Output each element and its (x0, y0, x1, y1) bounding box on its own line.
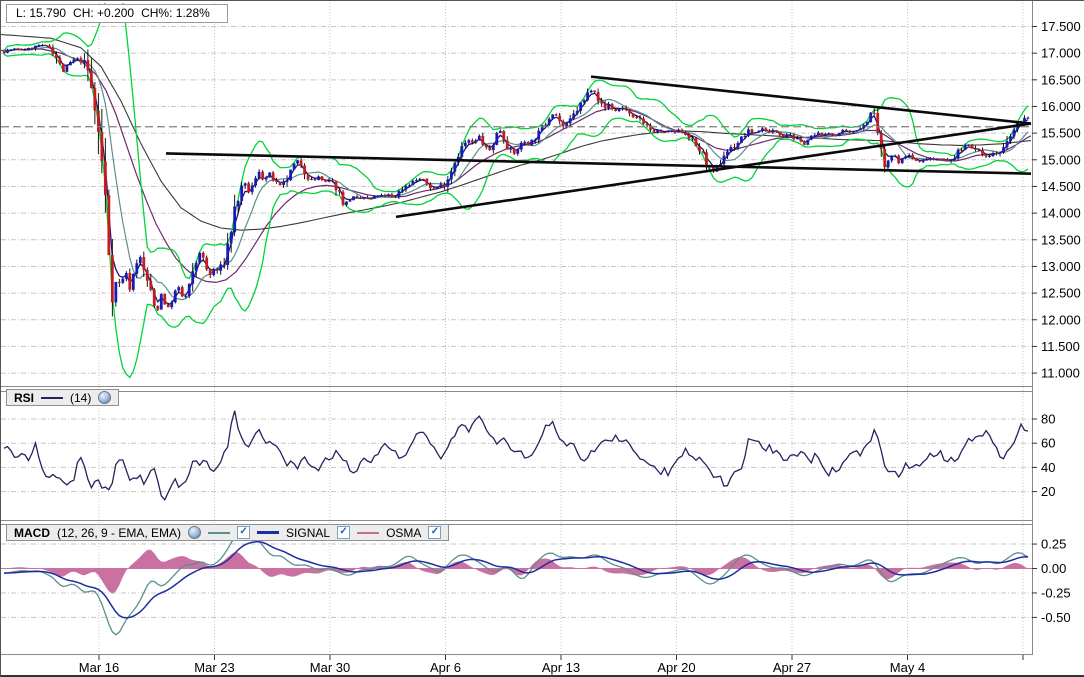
svg-text:17.500: 17.500 (1041, 19, 1081, 34)
candles (3, 44, 1030, 317)
rsi-params: (14) (70, 391, 91, 405)
svg-text:12.000: 12.000 (1041, 312, 1081, 327)
price-panel (1, 1, 1032, 378)
change-label: CH: +0.200 (73, 6, 134, 20)
svg-text:Apr 27: Apr 27 (773, 660, 811, 675)
svg-text:0.25: 0.25 (1041, 537, 1066, 552)
macd-panel (1, 534, 1032, 635)
signal-checkbox[interactable]: ✓ (337, 526, 350, 539)
macd-params: (12, 26, 9 - EMA, EMA) (57, 526, 181, 540)
svg-text:80: 80 (1041, 412, 1055, 427)
svg-text:Apr 20: Apr 20 (657, 660, 695, 675)
osma-area (4, 550, 1028, 594)
signal-line-path (4, 542, 1028, 618)
svg-text:11.000: 11.000 (1041, 366, 1080, 381)
rsi-title: RSI (14, 391, 34, 405)
rsi-line-swatch (41, 397, 63, 399)
svg-text:15.500: 15.500 (1041, 126, 1081, 141)
svg-text:12.500: 12.500 (1041, 286, 1081, 301)
signal-label: SIGNAL (286, 526, 330, 540)
svg-text:16.000: 16.000 (1041, 99, 1081, 114)
svg-text:13.500: 13.500 (1041, 232, 1081, 247)
signal-line-swatch (257, 531, 279, 534)
svg-text:May 4: May 4 (890, 660, 925, 675)
svg-text:13.000: 13.000 (1041, 259, 1081, 274)
trading-chart-window: 17.500 17.000 16.500 16.000 15.500 15.000 14.5… (0, 0, 1084, 677)
last-price-label: L: 15.790 (16, 6, 66, 20)
svg-text:17.000: 17.000 (1041, 46, 1081, 61)
svg-text:Apr 6: Apr 6 (430, 660, 461, 675)
svg-text:14.500: 14.500 (1041, 179, 1081, 194)
svg-text:20: 20 (1041, 484, 1055, 499)
macd-line-swatch (208, 532, 230, 534)
macd-title: MACD (14, 526, 50, 540)
macd-settings-icon[interactable] (188, 526, 201, 539)
price-info-box: L: 15.790 CH: +0.200 CH%: 1.28% (6, 4, 228, 23)
svg-text:Mar 23: Mar 23 (194, 660, 234, 675)
svg-text:-0.25: -0.25 (1041, 585, 1071, 600)
svg-text:40: 40 (1041, 460, 1055, 475)
svg-text:Mar 16: Mar 16 (79, 660, 119, 675)
rsi-settings-icon[interactable] (98, 391, 111, 404)
svg-text:Mar 30: Mar 30 (310, 660, 350, 675)
trendline (166, 153, 1031, 173)
macd-header: MACD (12, 26, 9 - EMA, EMA) ✓ SIGNAL ✓ O… (6, 524, 449, 541)
svg-text:-0.50: -0.50 (1041, 610, 1071, 625)
svg-text:Apr 13: Apr 13 (542, 660, 580, 675)
svg-text:15.000: 15.000 (1041, 152, 1081, 167)
svg-text:11.500: 11.500 (1041, 339, 1080, 354)
svg-text:14.000: 14.000 (1041, 206, 1081, 221)
macd-line-checkbox[interactable]: ✓ (237, 526, 250, 539)
osma-swatch (357, 532, 379, 534)
rsi-panel (4, 411, 1028, 500)
macd-main-line (4, 534, 1028, 635)
svg-text:0.00: 0.00 (1041, 561, 1066, 576)
change-pct-label: CH%: 1.28% (141, 6, 210, 20)
osma-label: OSMA (386, 526, 421, 540)
rsi-header: RSI (14) (6, 389, 119, 406)
svg-text:60: 60 (1041, 436, 1055, 451)
osma-checkbox[interactable]: ✓ (428, 526, 441, 539)
svg-text:16.500: 16.500 (1041, 72, 1081, 87)
chart-canvas[interactable]: 17.500 17.000 16.500 16.000 15.500 15.000 14.5… (1, 1, 1084, 677)
